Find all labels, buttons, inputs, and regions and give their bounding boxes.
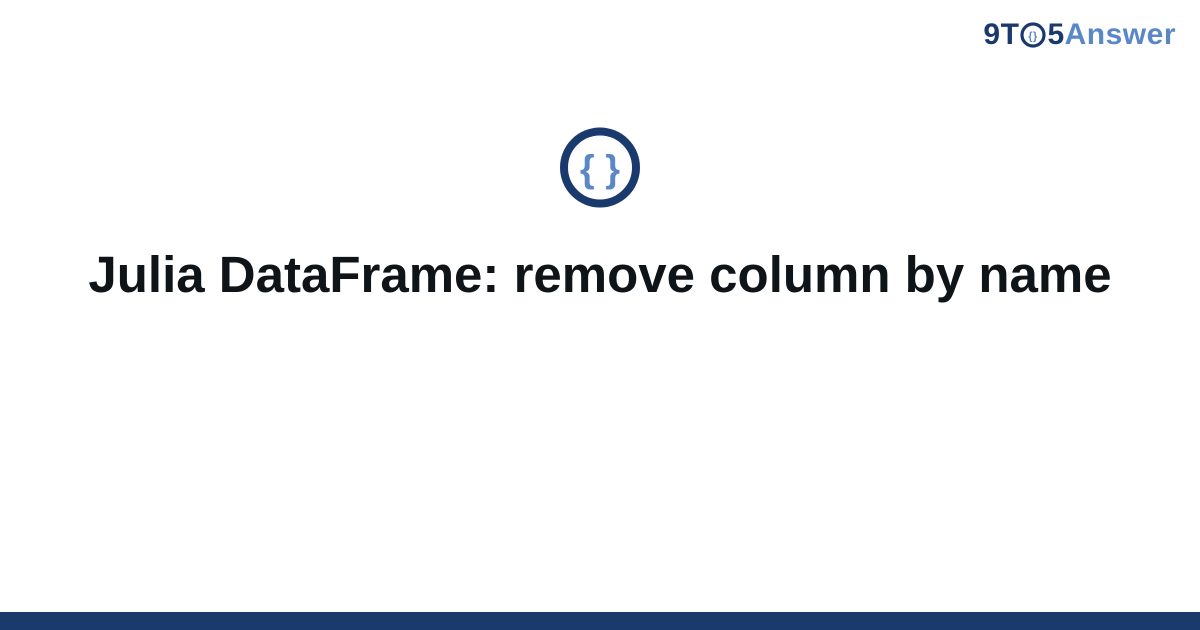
brand-logo: 9T {} 5 Answer xyxy=(983,18,1176,52)
svg-text:{}: {} xyxy=(1029,31,1039,43)
svg-text:{ }: { } xyxy=(580,149,620,191)
brand-part-2: 5 xyxy=(1047,18,1064,52)
code-braces-icon: { } xyxy=(558,126,642,215)
page-title: Julia DataFrame: remove column by name xyxy=(0,242,1200,308)
footer-accent-bar xyxy=(0,612,1200,630)
brand-part-3: Answer xyxy=(1065,18,1176,52)
brand-o-icon: {} xyxy=(1020,22,1046,48)
brand-part-1: 9T xyxy=(983,18,1019,52)
